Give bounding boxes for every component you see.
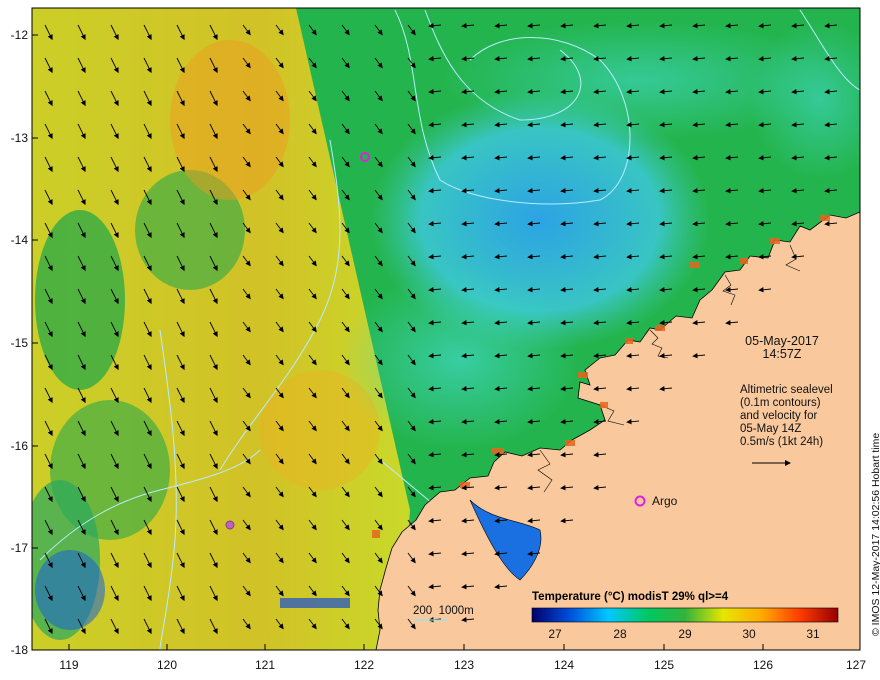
lon-label: 125 [653,658,675,672]
lat-label: -15 [10,336,28,350]
altimetry-line: Altimetric sealevel [740,384,833,396]
lon-label: 122 [353,658,375,672]
lat-label: -12 [10,28,28,42]
colorbar-tick: 29 [678,627,692,641]
time-line: 14:57Z [762,347,802,361]
altimetry-line: (0.1m contours) [740,397,821,409]
altimetry-note: Altimetric sealevel (0.1m contours) and … [740,384,833,449]
lat-label: -18 [10,643,28,657]
argo-label: Argo [652,494,678,508]
altimetry-line: 05-May 14Z [740,423,802,435]
lon-label: 126 [752,658,774,672]
plot-area [32,8,860,650]
altimetry-line: and velocity for [740,410,818,422]
colorbar-tick: 27 [548,627,562,641]
lat-label: -16 [10,439,28,453]
credit-text: © IMOS 12-May-2017 14:02:56 Hobart time [870,432,880,636]
lon-label: 127 [845,658,867,672]
lon-label: 120 [156,658,178,672]
depth-legend-label: 200 1000m [413,605,474,617]
argo-float-marker-3 [225,520,235,530]
colorbar-tick: 28 [613,627,627,641]
lon-label: 119 [59,658,79,672]
lon-label: 123 [453,658,475,672]
altimetry-line: 0.5m/s (1kt 24h) [740,436,824,448]
map-date: 05-May-2017 14:57Z [732,335,832,361]
colorbar-tick: 30 [742,627,756,641]
lon-label: 121 [254,658,276,672]
colorbar-gradient [531,607,839,623]
lat-label: -17 [10,541,28,555]
lon-label: 124 [553,658,575,672]
colorbar-tick: 31 [806,627,820,641]
colorbar-title: Temperature (°C) modisT 29% ql>=4 [532,591,729,603]
lat-label: -14 [10,233,28,247]
lat-label: -13 [10,131,28,145]
temperature-colorbar [531,607,839,623]
